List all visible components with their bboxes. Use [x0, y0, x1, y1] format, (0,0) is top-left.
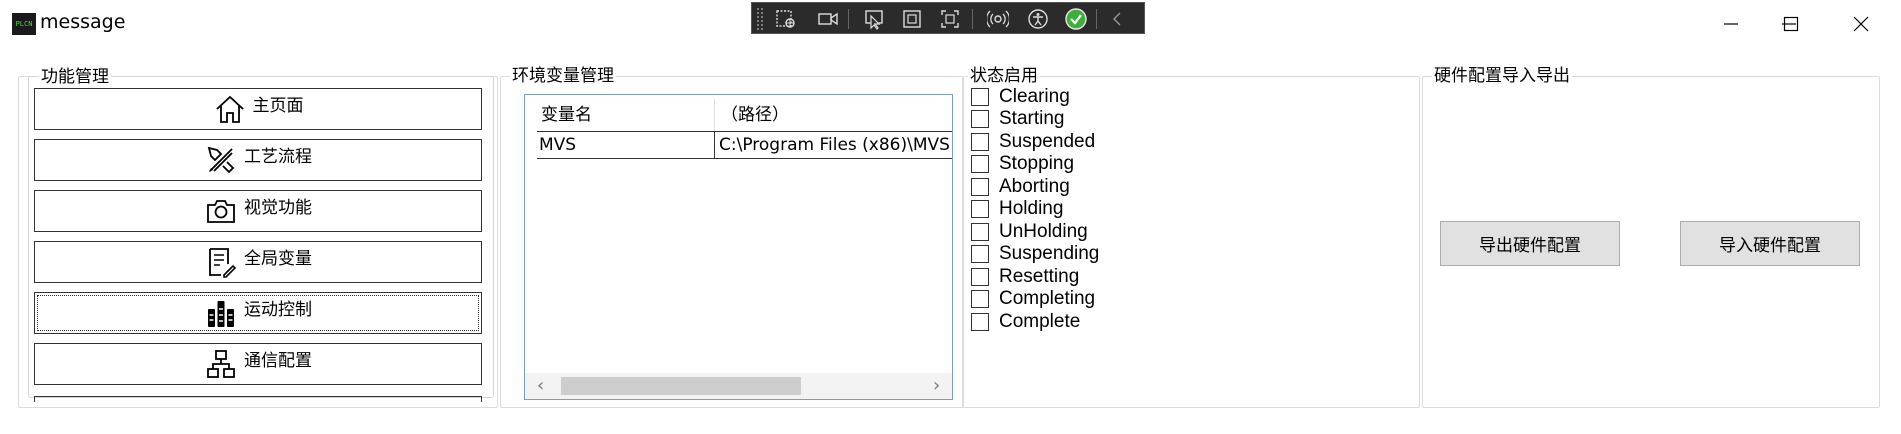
- checkbox-label: Suspending: [999, 243, 1100, 264]
- checkbox-box[interactable]: [971, 133, 989, 151]
- checkbox-label: Clearing: [999, 86, 1070, 107]
- minimize-button-area[interactable]: [1708, 8, 1754, 40]
- cell-name[interactable]: MVS: [537, 132, 715, 158]
- checkbox-box[interactable]: [971, 223, 989, 241]
- checkbox-label: Starting: [999, 108, 1065, 129]
- process-flow-button[interactable]: 工艺流程: [34, 139, 482, 181]
- capture-toolbar: [751, 2, 1145, 34]
- home-page-button[interactable]: 主页面: [34, 88, 482, 130]
- checkbox-label: Completing: [999, 288, 1096, 309]
- maximize-icon: [1783, 16, 1799, 32]
- process-flow-label: 工艺流程: [244, 146, 312, 167]
- scroll-thumb[interactable]: [561, 377, 801, 395]
- communication-config-label: 通信配置: [244, 350, 312, 371]
- video-button[interactable]: [814, 6, 842, 32]
- global-variables-label: 全局变量: [244, 248, 312, 269]
- checkbox-box[interactable]: [971, 178, 989, 196]
- checkbox-box[interactable]: [971, 200, 989, 218]
- checkbox-label: UnHolding: [999, 221, 1088, 242]
- checkbox-box[interactable]: [971, 245, 989, 263]
- camera-icon: [204, 194, 238, 228]
- horizontal-scrollbar[interactable]: ‹ ›: [525, 373, 952, 399]
- motion-control-button[interactable]: 运动控制: [34, 292, 482, 334]
- close-icon: [1853, 16, 1869, 32]
- checkbox-clearing[interactable]: Clearing: [971, 86, 1070, 108]
- fullscreen-capture-button[interactable]: [936, 6, 964, 32]
- checkbox-holding[interactable]: Holding: [971, 198, 1063, 220]
- checkbox-aborting[interactable]: Aborting: [971, 176, 1070, 198]
- checkbox-label: Aborting: [999, 176, 1070, 197]
- checkbox-label: Complete: [999, 311, 1081, 332]
- column-header-name[interactable]: 变量名: [537, 99, 715, 131]
- network-icon: [204, 347, 238, 381]
- env-variable-table: 变量名 （路径） MVS C:\Program Files (x86)\MVS …: [524, 94, 953, 400]
- hardware-panel-title: 硬件配置导入导出: [1432, 66, 1572, 86]
- accessibility-icon: [1028, 9, 1048, 29]
- checkbox-label: Resetting: [999, 266, 1080, 287]
- check-circle-icon: [1065, 8, 1087, 30]
- checkbox-label: Holding: [999, 198, 1064, 219]
- confirm-button[interactable]: [1062, 6, 1090, 32]
- export-hardware-config-button[interactable]: 导出硬件配置: [1440, 221, 1620, 266]
- checkbox-resetting[interactable]: Resetting: [971, 266, 1079, 288]
- window-capture-icon: [903, 10, 921, 28]
- checkbox-label: Stopping: [999, 153, 1075, 174]
- broadcast-button[interactable]: [984, 6, 1012, 32]
- checkbox-completing[interactable]: Completing: [971, 288, 1095, 310]
- cell-path[interactable]: C:\Program Files (x86)\MVS: [715, 132, 952, 158]
- vision-function-label: 视觉功能: [244, 197, 312, 218]
- table-header: 变量名 （路径）: [537, 99, 952, 131]
- checkbox-box[interactable]: [971, 313, 989, 331]
- scroll-left-arrow[interactable]: ‹: [537, 375, 544, 397]
- checkbox-box[interactable]: [971, 88, 989, 106]
- select-region-button[interactable]: [772, 6, 800, 32]
- checkbox-suspending[interactable]: Suspending: [971, 243, 1099, 265]
- home-icon: [213, 92, 247, 126]
- checkbox-complete[interactable]: Complete: [971, 311, 1080, 333]
- grip-icon[interactable]: [756, 7, 764, 31]
- collapse-chevron-icon: [1113, 12, 1121, 26]
- document-edit-icon: [204, 245, 238, 279]
- global-variables-button[interactable]: 全局变量: [34, 241, 482, 283]
- scroll-right-arrow[interactable]: ›: [933, 375, 940, 397]
- env-panel-title: 环境变量管理: [510, 66, 616, 86]
- status-panel-title: 状态启用: [968, 66, 1040, 86]
- pointer-icon: [865, 10, 883, 30]
- close-button[interactable]: [1838, 8, 1884, 40]
- window-capture-button[interactable]: [898, 6, 926, 32]
- maximize-button[interactable]: [1768, 8, 1814, 40]
- checkbox-stopping[interactable]: Stopping: [971, 153, 1074, 175]
- window-title: message: [40, 11, 126, 33]
- checkbox-box[interactable]: [971, 268, 989, 286]
- checkbox-box[interactable]: [971, 110, 989, 128]
- select-region-icon: [776, 10, 795, 28]
- collapse-toolbar-button[interactable]: [1104, 6, 1132, 32]
- motion-control-label: 运动控制: [244, 299, 312, 320]
- checkbox-box[interactable]: [971, 155, 989, 173]
- import-hardware-config-button[interactable]: 导入硬件配置: [1680, 221, 1860, 266]
- broadcast-icon: [987, 10, 1009, 28]
- checkbox-suspended[interactable]: Suspended: [971, 131, 1095, 153]
- checkbox-box[interactable]: [971, 290, 989, 308]
- function-panel-title: 功能管理: [39, 67, 111, 87]
- column-header-path[interactable]: （路径）: [715, 99, 952, 131]
- motion-control-icon: [204, 296, 238, 330]
- checkbox-unholding[interactable]: UnHolding: [971, 221, 1088, 243]
- vision-function-button[interactable]: 视觉功能: [34, 190, 482, 232]
- checkbox-label: Suspended: [999, 131, 1096, 152]
- fullscreen-capture-icon: [941, 10, 959, 28]
- app-icon: PLCN: [12, 13, 36, 35]
- communication-config-button[interactable]: 通信配置: [34, 343, 482, 385]
- minimize-icon: [1724, 23, 1738, 25]
- table-row[interactable]: MVS C:\Program Files (x86)\MVS: [537, 131, 952, 159]
- next-button-clipped[interactable]: [34, 396, 482, 402]
- video-icon: [818, 12, 838, 26]
- tools-icon: [204, 143, 238, 177]
- accessibility-button[interactable]: [1024, 6, 1052, 32]
- pointer-button[interactable]: [860, 6, 888, 32]
- checkbox-starting[interactable]: Starting: [971, 108, 1064, 130]
- home-page-label: 主页面: [252, 95, 304, 116]
